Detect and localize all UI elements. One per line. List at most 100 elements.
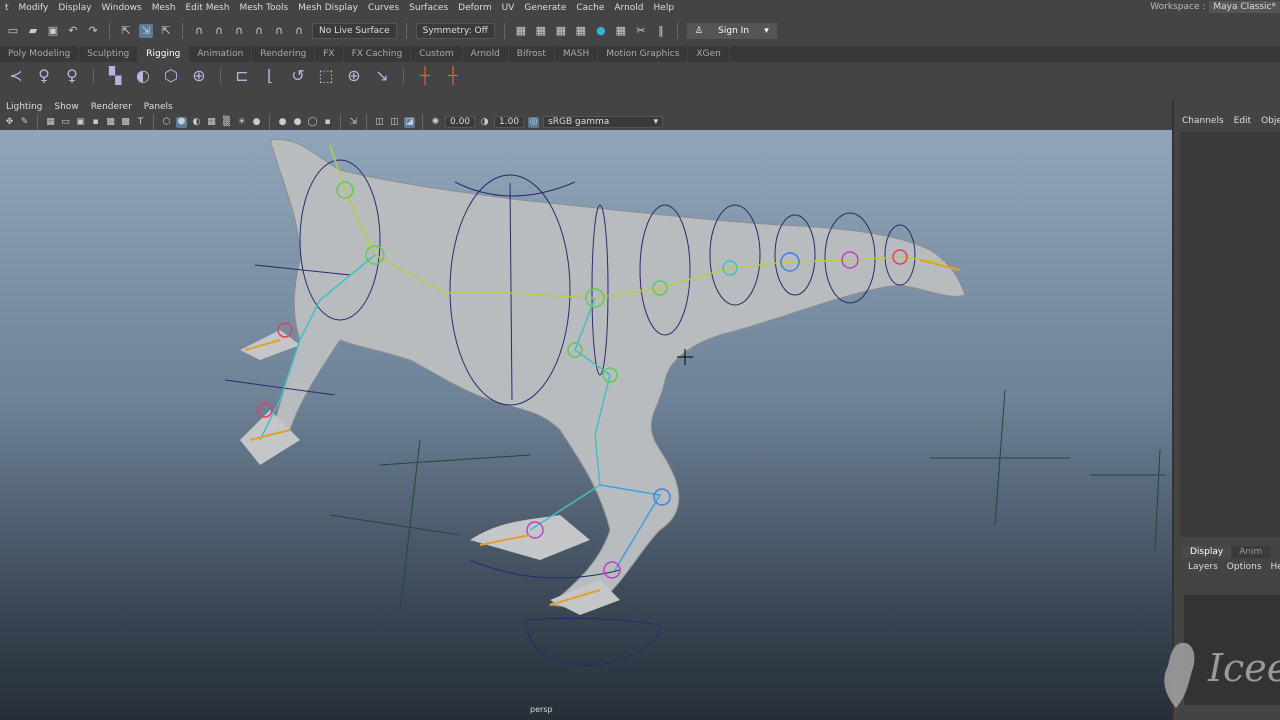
- shelf-tab-fx-caching[interactable]: FX Caching: [344, 46, 412, 62]
- arnold-ipr-icon[interactable]: ✂: [634, 24, 648, 38]
- shelf-tab-fx[interactable]: FX: [315, 46, 344, 62]
- snap-surface-icon[interactable]: ∩: [272, 24, 286, 38]
- wireframe-icon[interactable]: ⬡: [161, 117, 172, 128]
- shelf-tab-bifrost[interactable]: Bifrost: [509, 46, 555, 62]
- resolution-gate-icon[interactable]: ▣: [75, 117, 86, 128]
- snap-grid-icon[interactable]: ∩: [192, 24, 206, 38]
- safe-action-icon[interactable]: ▩: [120, 117, 131, 128]
- hypershade-icon[interactable]: ●: [594, 24, 608, 38]
- shelf-tab-sculpting[interactable]: Sculpting: [79, 46, 139, 62]
- shelf-tab-custom[interactable]: Custom: [411, 46, 463, 62]
- shelf-tab-xgen[interactable]: XGen: [688, 46, 730, 62]
- parent-constraint-icon[interactable]: ⊏: [232, 66, 252, 86]
- xray-joints-icon[interactable]: ◫: [374, 117, 385, 128]
- color-space-dropdown[interactable]: sRGB gamma ▾: [543, 116, 664, 128]
- snap-live-icon[interactable]: ∩: [292, 24, 306, 38]
- gamma-field[interactable]: 1.00: [494, 116, 525, 128]
- ipr-render-icon[interactable]: ▦: [554, 24, 568, 38]
- film-gate-icon[interactable]: ▭: [60, 117, 71, 128]
- pole-vector-icon[interactable]: ↘: [372, 66, 392, 86]
- ik-handle-icon[interactable]: ┼: [415, 66, 435, 86]
- shelf-tab-animation[interactable]: Animation: [189, 46, 253, 62]
- undo-icon[interactable]: ↶: [66, 24, 80, 38]
- channel-menu-channels[interactable]: Channels: [1182, 116, 1224, 126]
- grid-icon[interactable]: ▦: [45, 117, 56, 128]
- wrap-icon[interactable]: ⊕: [189, 66, 209, 86]
- live-surface-field[interactable]: No Live Surface: [312, 23, 397, 39]
- bind-skin-icon[interactable]: ▚: [105, 66, 125, 86]
- shelf-tab-mash[interactable]: MASH: [555, 46, 599, 62]
- panel-menu-lighting[interactable]: Lighting: [0, 102, 48, 112]
- layer-tab-display[interactable]: Display: [1182, 546, 1232, 558]
- menu-help[interactable]: Help: [649, 3, 680, 13]
- menu-windows[interactable]: Windows: [97, 3, 147, 13]
- layer-menu-options[interactable]: Options: [1227, 562, 1262, 572]
- snap-point-icon[interactable]: ∩: [232, 24, 246, 38]
- select-component-icon[interactable]: ⇱: [159, 24, 173, 38]
- shelf-tab-rendering[interactable]: Rendering: [252, 46, 316, 62]
- open-scene-icon[interactable]: ▰: [26, 24, 40, 38]
- orient-constraint-icon[interactable]: ↺: [288, 66, 308, 86]
- pause-icon[interactable]: ‖: [654, 24, 668, 38]
- panel-menu-renderer[interactable]: Renderer: [85, 102, 138, 112]
- backface-icon[interactable]: ◪: [404, 116, 415, 128]
- screen-space-ao-icon[interactable]: ●: [251, 117, 262, 128]
- cluster-icon[interactable]: ◐: [133, 66, 153, 86]
- layer-menu-layers[interactable]: Layers: [1188, 562, 1218, 572]
- joint-tool-icon[interactable]: ≺: [6, 66, 26, 86]
- humanik-icon[interactable]: ♀: [34, 66, 54, 86]
- safe-title-icon[interactable]: T: [135, 117, 146, 128]
- gamma-icon[interactable]: ◑: [479, 117, 490, 128]
- wireframe-on-shaded-icon[interactable]: ◐: [191, 117, 202, 128]
- perspective-viewport[interactable]: persp: [0, 130, 1172, 720]
- render-settings-icon[interactable]: ▦: [514, 24, 528, 38]
- xray-active-icon[interactable]: ◫: [389, 117, 400, 128]
- gate-mask-icon[interactable]: ▪: [90, 117, 101, 128]
- shelf-tab-rigging[interactable]: Rigging: [138, 46, 190, 62]
- menu-mesh-tools[interactable]: Mesh Tools: [234, 3, 293, 13]
- menu-display[interactable]: Display: [53, 3, 96, 13]
- textured-icon[interactable]: ▦: [206, 117, 217, 128]
- layer-menu-he[interactable]: He: [1271, 562, 1280, 572]
- lattice-icon[interactable]: ⬡: [161, 66, 181, 86]
- sign-in-button[interactable]: ♙ Sign In ▾: [686, 23, 777, 39]
- arnold-render-icon[interactable]: ▦: [614, 24, 628, 38]
- menu-arnold[interactable]: Arnold: [609, 3, 648, 13]
- color-management-icon[interactable]: ◎: [528, 116, 540, 128]
- snap-curve-icon[interactable]: ∩: [212, 24, 226, 38]
- shelf-tab-arnold[interactable]: Arnold: [463, 46, 509, 62]
- menu-uv[interactable]: UV: [497, 3, 520, 13]
- channel-menu-obje[interactable]: Obje: [1261, 116, 1280, 126]
- workspace-value[interactable]: Maya Classic*: [1209, 1, 1280, 13]
- channel-menu-edit[interactable]: Edit: [1234, 116, 1251, 126]
- channel-box-area[interactable]: [1180, 132, 1280, 537]
- menu-generate[interactable]: Generate: [519, 3, 571, 13]
- redo-icon[interactable]: ↷: [86, 24, 100, 38]
- menu-mesh[interactable]: Mesh: [147, 3, 181, 13]
- select-camera-icon[interactable]: ✥: [4, 117, 15, 128]
- exposure-field[interactable]: 0.00: [445, 116, 476, 128]
- use-lights-icon[interactable]: ▒: [221, 117, 232, 128]
- menu-mesh-display[interactable]: Mesh Display: [293, 3, 363, 13]
- panel-menu-show[interactable]: Show: [48, 102, 84, 112]
- select-hierarchy-icon[interactable]: ⇱: [119, 24, 133, 38]
- symmetry-dropdown[interactable]: Symmetry: Off: [415, 23, 495, 39]
- point-constraint-icon[interactable]: ⌊: [260, 66, 280, 86]
- menu-cache[interactable]: Cache: [571, 3, 609, 13]
- isolate-icon[interactable]: ▪: [322, 117, 333, 128]
- layer-tab-anim[interactable]: Anim: [1231, 546, 1271, 558]
- new-scene-icon[interactable]: ▭: [6, 24, 20, 38]
- xray-icon[interactable]: ⇲: [348, 117, 359, 128]
- shelf-tab-poly-modeling[interactable]: Poly Modeling: [0, 46, 80, 62]
- shelf-tab-motion-graphics[interactable]: Motion Graphics: [598, 46, 689, 62]
- menu-deform[interactable]: Deform: [453, 3, 496, 13]
- menu-modify[interactable]: Modify: [14, 3, 54, 13]
- bookmark-icon[interactable]: ✎: [19, 117, 30, 128]
- field-chart-icon[interactable]: ▩: [105, 117, 116, 128]
- workspace-selector[interactable]: Workspace : Maya Classic*: [1150, 1, 1280, 13]
- menu-surfaces[interactable]: Surfaces: [404, 3, 453, 13]
- save-scene-icon[interactable]: ▣: [46, 24, 60, 38]
- shadows-icon[interactable]: ☀: [236, 117, 247, 128]
- select-object-icon[interactable]: ⇲: [139, 24, 153, 38]
- render-view-icon[interactable]: ▦: [574, 24, 588, 38]
